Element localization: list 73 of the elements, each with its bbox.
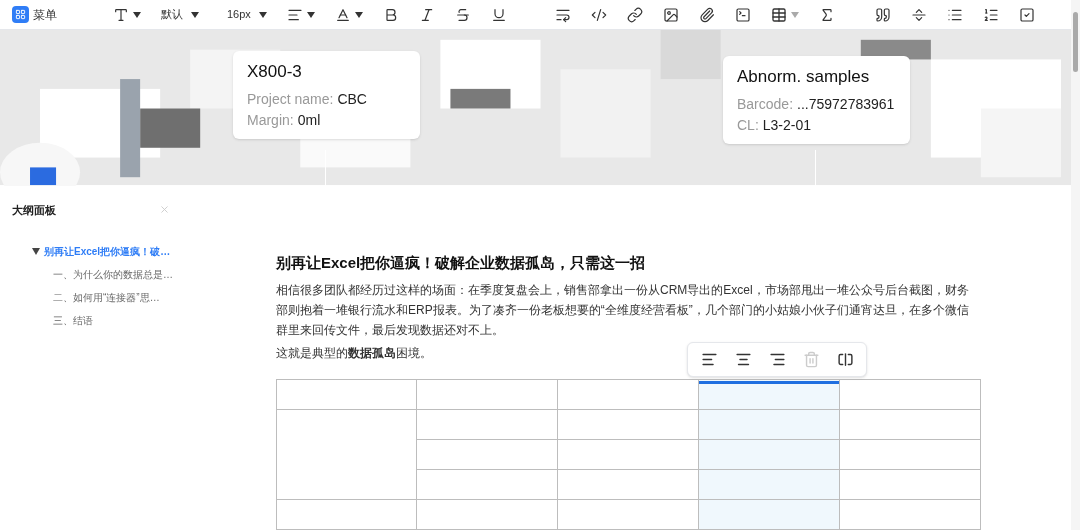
table-cell[interactable] [557, 409, 699, 440]
field-value: CBC [337, 89, 367, 109]
field-value: 0ml [297, 110, 321, 130]
align-center-icon [734, 351, 752, 368]
table-cell[interactable] [698, 499, 840, 530]
table-cell[interactable] [839, 409, 981, 440]
table-cell[interactable] [276, 379, 417, 410]
field-value: L3-2-01 [762, 115, 812, 135]
font-family-dropdown[interactable]: 默认 [157, 6, 203, 23]
table-cell[interactable] [416, 409, 558, 440]
delete-icon [802, 351, 820, 368]
font-size-dropdown[interactable]: 16px [223, 6, 271, 23]
table-cell[interactable] [416, 379, 558, 410]
align-left-icon [700, 351, 718, 368]
caret-icon [790, 11, 799, 18]
scrollbar[interactable] [1071, 0, 1080, 530]
card-title: Abnorm. samples [737, 66, 871, 89]
document-heading: 别再让Excel把你逼疯！破解企业数据孤岛，只需这一招 [276, 252, 647, 273]
caret-icon [258, 11, 267, 18]
link-icon [626, 6, 643, 23]
panel-title: 大纲面板 [12, 202, 56, 218]
table-cell[interactable] [698, 469, 840, 500]
table-cell[interactable] [839, 499, 981, 530]
caret-icon [191, 11, 199, 18]
attachment-icon [698, 6, 715, 23]
table-icon [770, 6, 787, 23]
field-label: Margin: [247, 110, 294, 130]
field-label: CL: [737, 115, 759, 135]
table-cell[interactable] [557, 439, 699, 470]
code-icon [590, 6, 607, 23]
strikethrough-icon [454, 6, 471, 23]
column-selection-bar[interactable] [699, 380, 839, 384]
table-cell[interactable] [276, 409, 417, 500]
field-label: Project name: [247, 89, 334, 109]
app-grid-icon [12, 6, 29, 24]
table-cell[interactable] [839, 379, 981, 410]
underline-icon [490, 6, 507, 23]
caret-icon [306, 11, 315, 18]
caret-icon [133, 11, 141, 18]
divider-icon [910, 6, 927, 23]
table-cell[interactable] [557, 499, 699, 530]
code-block-icon [734, 6, 751, 23]
menu-button[interactable]: 菜单 [12, 5, 57, 24]
outline-item[interactable]: 一、为什么你的数据总是… [0, 263, 190, 286]
task-list-icon [1018, 6, 1035, 23]
outline-item[interactable]: 二、如何用“连接器”思… [0, 286, 190, 309]
quote-icon [874, 6, 891, 23]
paragraph: 这就是典型的数据孤岛困境。 [276, 345, 432, 362]
outline-item[interactable]: 别再让Excel把你逼疯！破… [0, 240, 190, 263]
caret-icon [354, 11, 363, 18]
table-cell[interactable] [698, 379, 840, 410]
merge-icon [836, 351, 854, 368]
table-cell[interactable] [839, 469, 981, 500]
heading-icon [113, 6, 129, 23]
table-cell[interactable] [557, 379, 699, 410]
paragraph: 相信很多团队都经历过这样的场面：在季度复盘会上，销售部拿出一份从CRM导出的Excel，市场部甩出一堆公众号后台截图，财务部则抱着一堆银行流水和ERP报表。为了凑齐一份老板想要的“全维度经营看板”，几个部门的小姑娘小伙子们通宵达旦，在多个微信群里来回传文件，最后发现数据还对不上。 [276, 282, 970, 339]
ordered-list-icon [982, 6, 999, 23]
font-color-icon [334, 6, 351, 23]
expand-icon[interactable] [32, 248, 40, 255]
image-icon [662, 6, 679, 23]
table-cell[interactable] [416, 469, 558, 500]
table-cell[interactable] [416, 439, 558, 470]
card-title: X800-3 [247, 61, 303, 84]
align-right-icon [768, 351, 786, 368]
table-cell[interactable] [276, 499, 417, 530]
table-cell[interactable] [839, 439, 981, 470]
table-cell[interactable] [557, 469, 699, 500]
table-cell[interactable] [698, 439, 840, 470]
outline-item[interactable]: 三、结语 [0, 309, 190, 332]
table-cell[interactable] [416, 499, 558, 530]
table-cell[interactable] [698, 409, 840, 440]
field-label: Barcode: [737, 94, 794, 114]
field-value: ...75972783961 [797, 94, 895, 114]
